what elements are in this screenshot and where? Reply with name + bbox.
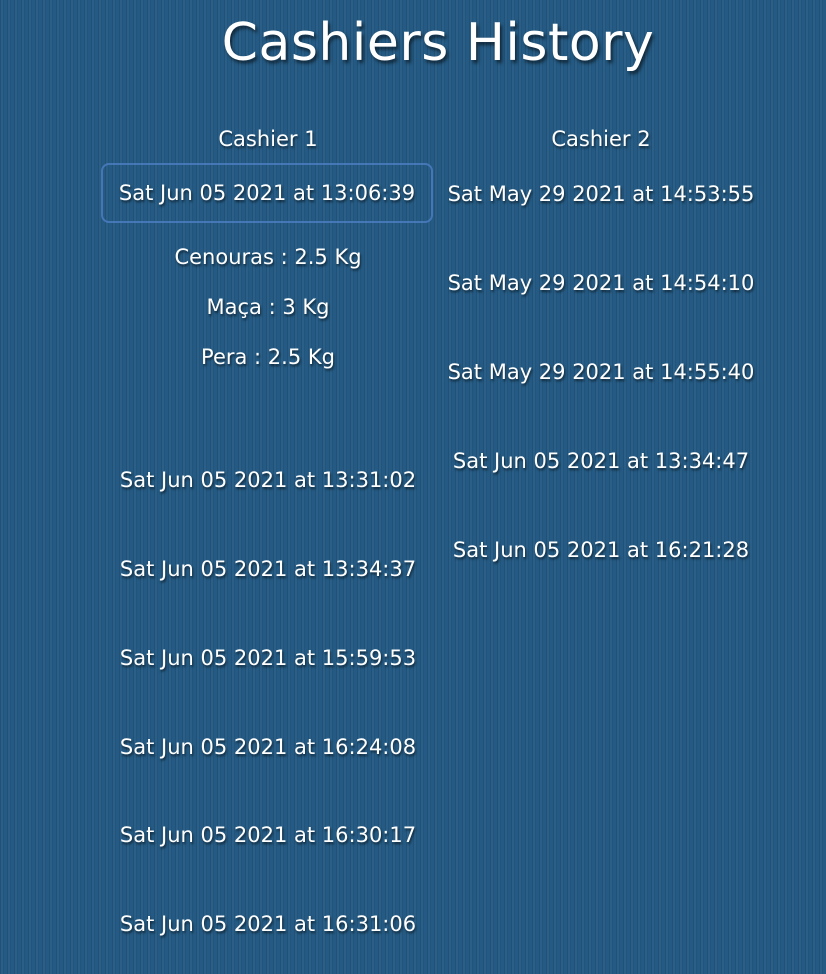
cashier-1-entry[interactable]: Sat Jun 05 2021 at 16:24:08	[107, 732, 429, 762]
cashier-2-entry[interactable]: Sat May 29 2021 at 14:54:10	[440, 268, 762, 298]
page-title: Cashiers History	[221, 13, 655, 73]
cashier-2-entry[interactable]: Sat May 29 2021 at 14:53:55	[440, 179, 762, 209]
cashier-1-entry[interactable]: Sat Jun 05 2021 at 16:30:17	[107, 820, 429, 850]
entry-item-detail: Maça : 3 Kg	[206, 295, 330, 319]
cashier-2-entry[interactable]: Sat Jun 05 2021 at 16:21:28	[440, 535, 762, 565]
cashier-1-entry[interactable]: Sat Jun 05 2021 at 13:31:02	[107, 465, 429, 495]
cashier-1-entry[interactable]: Sat Jun 05 2021 at 13:34:37	[107, 554, 429, 584]
cashier-1-entry-selected[interactable]: Sat Jun 05 2021 at 13:06:39	[101, 163, 433, 223]
cashier-2-header: Cashier 2	[551, 127, 651, 151]
cashier-2-entry[interactable]: Sat Jun 05 2021 at 13:34:47	[440, 446, 762, 476]
cashier-1-entry[interactable]: Sat Jun 05 2021 at 16:31:06	[107, 909, 429, 939]
entry-item-detail: Cenouras : 2.5 Kg	[174, 245, 362, 269]
cashier-1-header: Cashier 1	[218, 127, 318, 151]
entry-item-detail: Pera : 2.5 Kg	[201, 345, 335, 369]
cashier-1-entry[interactable]: Sat Jun 05 2021 at 15:59:53	[107, 643, 429, 673]
cashier-2-entry[interactable]: Sat May 29 2021 at 14:55:40	[440, 357, 762, 387]
